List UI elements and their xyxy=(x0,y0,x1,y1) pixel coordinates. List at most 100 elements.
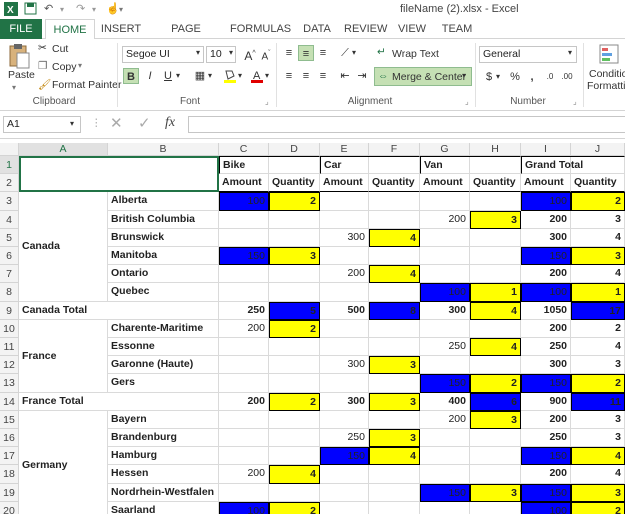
grid-cell[interactable] xyxy=(219,228,269,247)
grid-cell[interactable] xyxy=(320,247,369,266)
value-cell[interactable]: 4 xyxy=(369,447,420,466)
conditional-formatting-icon[interactable] xyxy=(598,43,620,65)
align-right-icon[interactable]: ≡ xyxy=(315,68,331,84)
currency-dropdown-icon[interactable]: ▾ xyxy=(496,72,500,81)
group-label-germany[interactable]: Germany xyxy=(19,410,108,514)
grid-cell[interactable] xyxy=(470,429,521,448)
grid-cell[interactable] xyxy=(470,192,521,211)
value-cell[interactable]: 200 xyxy=(219,392,269,411)
value-cell[interactable]: 2 xyxy=(269,392,320,411)
grid-cell[interactable] xyxy=(369,483,420,502)
value-cell[interactable]: 300 xyxy=(521,356,571,375)
value-cell[interactable]: 3 xyxy=(369,356,420,375)
row-header-9[interactable]: 9 xyxy=(0,301,19,320)
conditional-formatting-button-line2[interactable]: Formattin xyxy=(587,80,625,92)
align-bottom-icon[interactable]: ≡ xyxy=(315,45,331,61)
row-label-cell[interactable]: Charente-Maritime xyxy=(108,319,219,338)
grid-cell[interactable] xyxy=(470,319,521,338)
font-color-icon[interactable]: A xyxy=(249,68,265,84)
row-header-1[interactable]: 1 xyxy=(0,156,19,175)
value-cell[interactable]: 150 xyxy=(219,247,269,266)
row-label-cell[interactable]: Nordrhein-Westfalen xyxy=(108,483,219,502)
value-cell[interactable]: 2 xyxy=(470,374,521,393)
format-painter-button[interactable]: Format Painter xyxy=(52,79,121,91)
grid-cell[interactable] xyxy=(219,210,269,229)
column-header-g[interactable]: G xyxy=(420,143,470,156)
column-header-c[interactable]: C xyxy=(219,143,269,156)
grid-cell[interactable] xyxy=(269,338,320,357)
grid-cell[interactable] xyxy=(219,356,269,375)
value-cell[interactable]: 150 xyxy=(420,374,470,393)
row-label-cell[interactable]: Hamburg xyxy=(108,447,219,466)
grid-cell[interactable] xyxy=(420,319,470,338)
grid-cell[interactable] xyxy=(420,429,470,448)
value-cell[interactable]: 4 xyxy=(470,338,521,357)
percent-icon[interactable]: % xyxy=(507,69,523,85)
grid-cell[interactable] xyxy=(369,192,420,211)
header-bike[interactable]: Bike xyxy=(219,156,320,175)
row-label-cell[interactable]: Hessen xyxy=(108,465,219,484)
grid-cell[interactable] xyxy=(269,483,320,502)
decrease-decimal-icon[interactable]: .00 xyxy=(559,69,575,85)
value-cell[interactable]: 2 xyxy=(269,319,320,338)
value-cell[interactable]: 150 xyxy=(521,247,571,266)
row-label-cell[interactable]: Garonne (Haute) xyxy=(108,356,219,375)
row-label-cell[interactable]: Quebec xyxy=(108,283,219,302)
grid-cell[interactable] xyxy=(420,265,470,284)
value-cell[interactable]: 3 xyxy=(571,483,625,502)
grid-cell[interactable] xyxy=(420,501,470,514)
value-cell[interactable]: 3 xyxy=(369,429,420,448)
copy-button[interactable]: Copy xyxy=(52,61,77,73)
formula-input[interactable] xyxy=(188,116,625,133)
row-header-18[interactable]: 18 xyxy=(0,465,19,484)
grid-cell[interactable] xyxy=(269,374,320,393)
value-cell[interactable]: 4 xyxy=(470,301,521,320)
font-name-box[interactable]: Segoe UI xyxy=(122,46,204,63)
value-cell[interactable]: 250 xyxy=(219,301,269,320)
value-cell[interactable]: 4 xyxy=(571,338,625,357)
value-cell[interactable]: 3 xyxy=(571,410,625,429)
align-top-icon[interactable]: ≡ xyxy=(281,45,297,61)
value-cell[interactable]: 500 xyxy=(320,301,369,320)
value-cell[interactable]: 3 xyxy=(470,410,521,429)
value-cell[interactable]: 4 xyxy=(571,447,625,466)
row-label-cell[interactable]: Ontario xyxy=(108,265,219,284)
value-cell[interactable]: 3 xyxy=(470,483,521,502)
value-cell[interactable]: 200 xyxy=(420,410,470,429)
grid-cell[interactable] xyxy=(320,465,369,484)
group-label-france[interactable]: France xyxy=(19,319,108,393)
grid-cell[interactable] xyxy=(219,374,269,393)
value-cell[interactable]: 150 xyxy=(420,483,470,502)
value-cell[interactable]: 250 xyxy=(521,338,571,357)
currency-icon[interactable]: $ xyxy=(481,69,497,85)
tab-team[interactable]: TEAM xyxy=(438,19,476,39)
font-size-dropdown-icon[interactable]: ▾ xyxy=(229,48,233,57)
row-header-8[interactable]: 8 xyxy=(0,283,19,302)
value-cell[interactable]: 4 xyxy=(369,228,420,247)
row-header-5[interactable]: 5 xyxy=(0,228,19,247)
header-van[interactable]: Van xyxy=(420,156,521,175)
grid-cell[interactable] xyxy=(369,247,420,266)
select-all-corner[interactable] xyxy=(0,143,19,156)
grid-cell[interactable] xyxy=(219,410,269,429)
grid-cell[interactable] xyxy=(219,283,269,302)
grid-cell[interactable] xyxy=(420,247,470,266)
value-cell[interactable]: 300 xyxy=(420,301,470,320)
column-header-d[interactable]: D xyxy=(269,143,320,156)
grid-cell[interactable] xyxy=(470,447,521,466)
grid-cell[interactable] xyxy=(420,447,470,466)
number-format-box[interactable]: General xyxy=(479,46,577,63)
value-cell[interactable]: 3 xyxy=(571,429,625,448)
row-label-cell[interactable]: Gers xyxy=(108,374,219,393)
grid-cell[interactable] xyxy=(470,465,521,484)
decrease-font-icon[interactable]: Aˇ xyxy=(258,46,274,62)
value-cell[interactable]: 150 xyxy=(521,483,571,502)
tab-formulas[interactable]: FORMULAS xyxy=(230,19,291,39)
undo-icon[interactable]: ↶ xyxy=(44,2,53,15)
value-cell[interactable]: 11 xyxy=(571,392,625,411)
grid-cell[interactable] xyxy=(369,465,420,484)
grid-cell[interactable] xyxy=(219,265,269,284)
value-cell[interactable]: 4 xyxy=(571,228,625,247)
number-dialog-launcher-icon[interactable]: ⌟ xyxy=(573,97,577,106)
column-header-a[interactable]: A xyxy=(19,143,108,156)
